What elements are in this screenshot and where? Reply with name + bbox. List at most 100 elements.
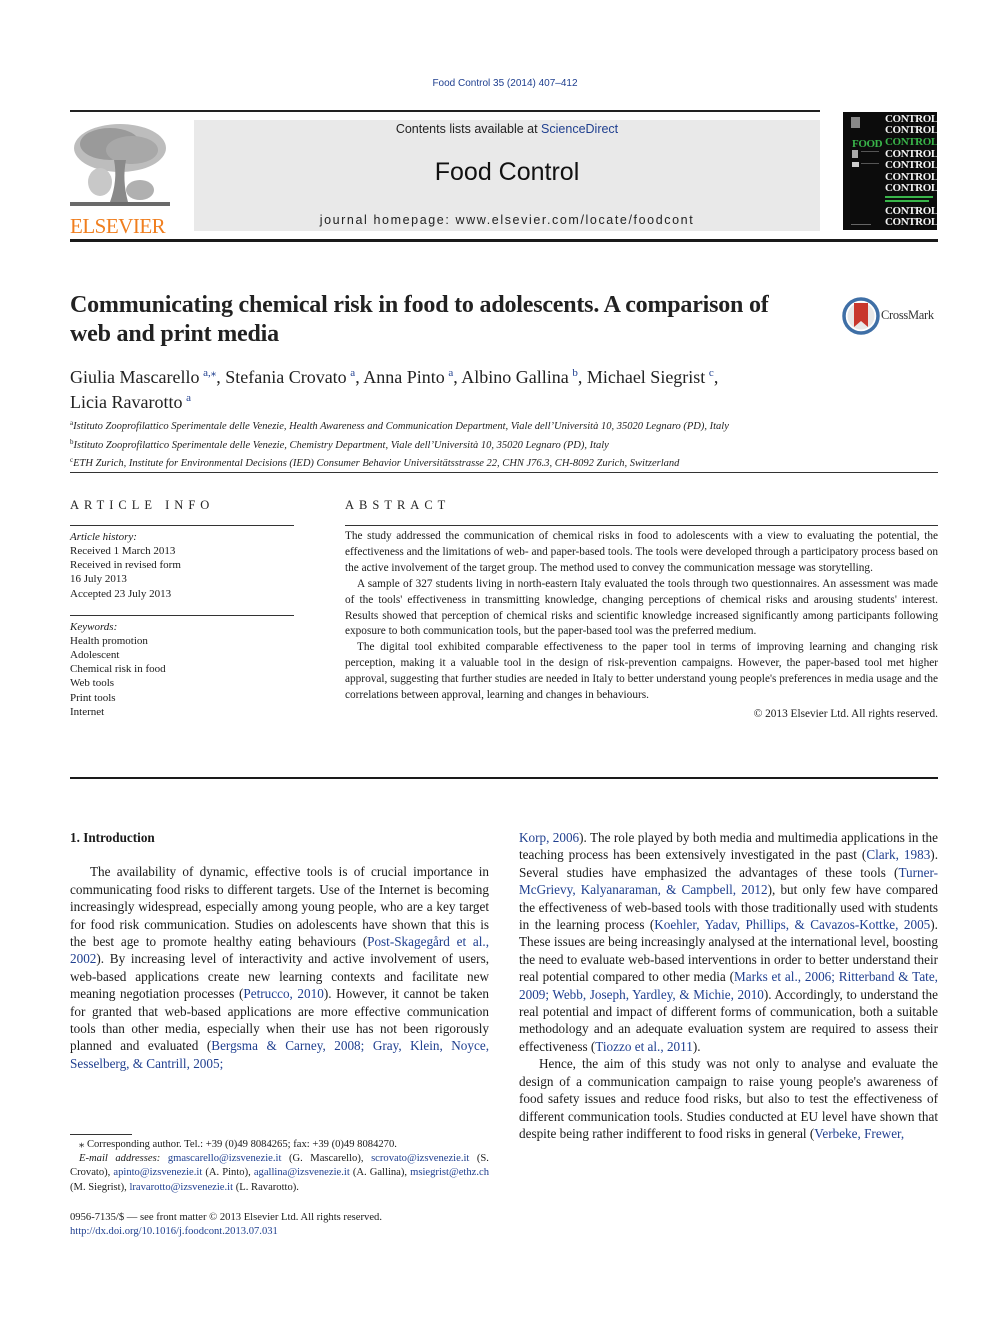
- author-name[interactable]: Albino Gallina: [461, 367, 568, 387]
- keyword-item: Adolescent: [70, 649, 120, 662]
- sciencedirect-link[interactable]: ScienceDirect: [541, 122, 618, 136]
- cover-word: CONTROL: [885, 124, 937, 136]
- cover-thumb-text: [861, 163, 879, 164]
- author-affiliation-marker[interactable]: a: [350, 367, 355, 379]
- front-matter-info: 0956-7135/$ — see front matter © 2013 El…: [70, 1211, 490, 1239]
- affiliation-text: Istituto Zooprofilattico Sperimentale de…: [73, 439, 609, 451]
- abstract-copyright: © 2013 Elsevier Ltd. All rights reserved…: [753, 707, 938, 720]
- abstract-paragraph: A sample of 327 students living in north…: [345, 577, 938, 638]
- keywords-label: Keywords:: [70, 620, 118, 633]
- affiliation-text: Istituto Zooprofilattico Sperimentale de…: [73, 421, 729, 432]
- author-affiliation-marker[interactable]: a: [186, 392, 191, 404]
- citation-link[interactable]: Tiozzo et al., 2011: [595, 1039, 693, 1054]
- citation-link[interactable]: Korp, 2006: [519, 830, 579, 845]
- email-link[interactable]: gmascarello@izsvenezie.it: [168, 1153, 282, 1164]
- email-owner: (G. Mascarello),: [288, 1153, 364, 1165]
- abstract-heading: ABSTRACT: [345, 498, 451, 512]
- elsevier-logo[interactable]: ELSEVIER: [70, 120, 175, 237]
- crossmark-badge[interactable]: CrossMark: [842, 297, 942, 335]
- affiliation-text: ETH Zurich, Institute for Environmental …: [73, 458, 680, 469]
- divider: [70, 525, 294, 526]
- cover-publisher-text: [851, 224, 871, 225]
- keyword-item: Print tools: [70, 691, 116, 704]
- cover-subtitle-line: [885, 200, 929, 202]
- author-name[interactable]: Giulia Mascarello: [70, 367, 199, 387]
- keyword-item: Chemical risk in food: [70, 663, 166, 676]
- citation-link[interactable]: Clark, 1983: [866, 847, 930, 862]
- journal-homepage[interactable]: journal homepage: www.elsevier.com/locat…: [194, 213, 820, 227]
- divider: [70, 777, 938, 779]
- cover-subtitle-line: [885, 196, 933, 198]
- divider: [345, 525, 938, 526]
- email-link[interactable]: apinto@izsvenezie.it: [113, 1167, 202, 1178]
- body-column-right: Korp, 2006). The role played by both med…: [519, 829, 938, 1142]
- email-addresses: E-mail addresses: gmascarello@izsvenezie…: [70, 1152, 489, 1195]
- cover-elsevier-icon: [851, 117, 860, 128]
- author-affiliation-marker[interactable]: b: [572, 367, 578, 379]
- email-label: E-mail addresses:: [79, 1153, 161, 1165]
- author-affiliation-marker[interactable]: a: [448, 367, 453, 379]
- abstract-paragraph: The digital tool exhibited comparable ef…: [345, 641, 938, 702]
- journal-masthead: Contents lists available at ScienceDirec…: [194, 120, 820, 231]
- cover-word: CONTROL: [885, 182, 937, 194]
- citation-link[interactable]: Verbeke, Frewer,: [814, 1126, 904, 1141]
- divider: [70, 110, 820, 112]
- affiliation-item: bIstituto Zooprofilattico Sperimentale d…: [70, 435, 940, 454]
- section-heading: 1. Introduction: [70, 830, 155, 845]
- email-link[interactable]: agallina@izsvenezie.it: [254, 1167, 350, 1178]
- email-link[interactable]: msiegrist@ethz.ch: [410, 1167, 489, 1178]
- footnote-divider: [70, 1134, 132, 1135]
- author-affiliation-marker[interactable]: c: [709, 367, 714, 379]
- elsevier-wordmark: ELSEVIER: [70, 214, 166, 238]
- cover-word: CONTROL: [885, 136, 937, 148]
- citation-link[interactable]: Petrucco, 2010: [243, 986, 323, 1001]
- divider: [70, 614, 294, 616]
- affiliation-item: aIstituto Zooprofilattico Sperimentale d…: [70, 416, 940, 435]
- article-info: ARTICLE INFO Article history: Received 1…: [70, 498, 294, 719]
- contents-line: Contents lists available at ScienceDirec…: [194, 122, 820, 136]
- body-column-left: 1. Introduction The availability of dyna…: [70, 829, 489, 1072]
- crossmark-icon: [842, 297, 880, 335]
- keyword-item: Internet: [70, 705, 105, 718]
- journal-citation[interactable]: Food Control 35 (2014) 407–412: [0, 78, 992, 89]
- doi-link[interactable]: http://dx.doi.org/10.1016/j.foodcont.201…: [70, 1225, 490, 1239]
- abstract-paragraph: The study addressed the communication of…: [345, 530, 938, 574]
- email-owner: (L. Ravarotto).: [235, 1181, 299, 1193]
- history-item: Received in revised form: [70, 559, 181, 572]
- cover-word: CONTROL: [885, 216, 937, 228]
- email-owner: (A. Gallina),: [352, 1167, 408, 1179]
- history-item: Received 1 March 2013: [70, 545, 176, 557]
- header-divider: [70, 239, 938, 242]
- body-paragraph: Hence, the aim of this study was not onl…: [519, 1055, 938, 1142]
- history-item: Accepted 23 July 2013: [70, 587, 172, 600]
- author-affiliation-marker[interactable]: a,⁎: [203, 367, 216, 379]
- cover-word: CONTROL: [885, 159, 937, 171]
- article-info-heading: ARTICLE INFO: [70, 498, 215, 512]
- email-owner: (M. Siegrist),: [70, 1181, 127, 1193]
- author-name[interactable]: Anna Pinto: [363, 367, 445, 387]
- article-title: Communicating chemical risk in food to a…: [70, 292, 769, 347]
- elsevier-tree-icon: [70, 120, 170, 210]
- author-name[interactable]: Licia Ravarotto: [70, 392, 182, 412]
- cover-thumb-image: [852, 162, 859, 167]
- body-paragraph: Korp, 2006). The role played by both med…: [519, 829, 938, 1055]
- citation-link[interactable]: Koehler, Yadav, Phillips, & Cavazos-Kott…: [654, 917, 930, 932]
- keyword-item: Web tools: [70, 677, 115, 690]
- body-paragraph: The availability of dynamic, effective t…: [70, 863, 489, 1072]
- affiliations: aIstituto Zooprofilattico Sperimentale d…: [70, 416, 940, 472]
- article-history-label: Article history:: [70, 531, 137, 543]
- journal-cover-thumbnail[interactable]: CONTROL CONTROL FOOD CONTROL CONTROL CON…: [843, 112, 937, 230]
- email-link[interactable]: lravarotto@izsvenezie.it: [129, 1182, 233, 1193]
- crossmark-label: CrossMark: [881, 308, 934, 322]
- affiliation-item: cETH Zurich, Institute for Environmental…: [70, 453, 940, 472]
- email-owner: (A. Pinto),: [205, 1167, 251, 1179]
- footnotes: ⁎ Corresponding author. Tel.: +39 (0)49 …: [70, 1138, 489, 1195]
- cover-thumb-text: [861, 151, 879, 152]
- author-name[interactable]: Stefania Crovato: [225, 367, 346, 387]
- author-name[interactable]: Michael Siegrist: [587, 367, 705, 387]
- body-text: ).: [692, 1038, 701, 1054]
- issn-line: 0956-7135/$ — see front matter © 2013 El…: [70, 1212, 382, 1223]
- history-item: 16 July 2013: [70, 573, 127, 586]
- email-link[interactable]: scrovato@izsvenezie.it: [371, 1153, 469, 1164]
- corresponding-author-note: ⁎ Corresponding author. Tel.: +39 (0)49 …: [79, 1139, 397, 1150]
